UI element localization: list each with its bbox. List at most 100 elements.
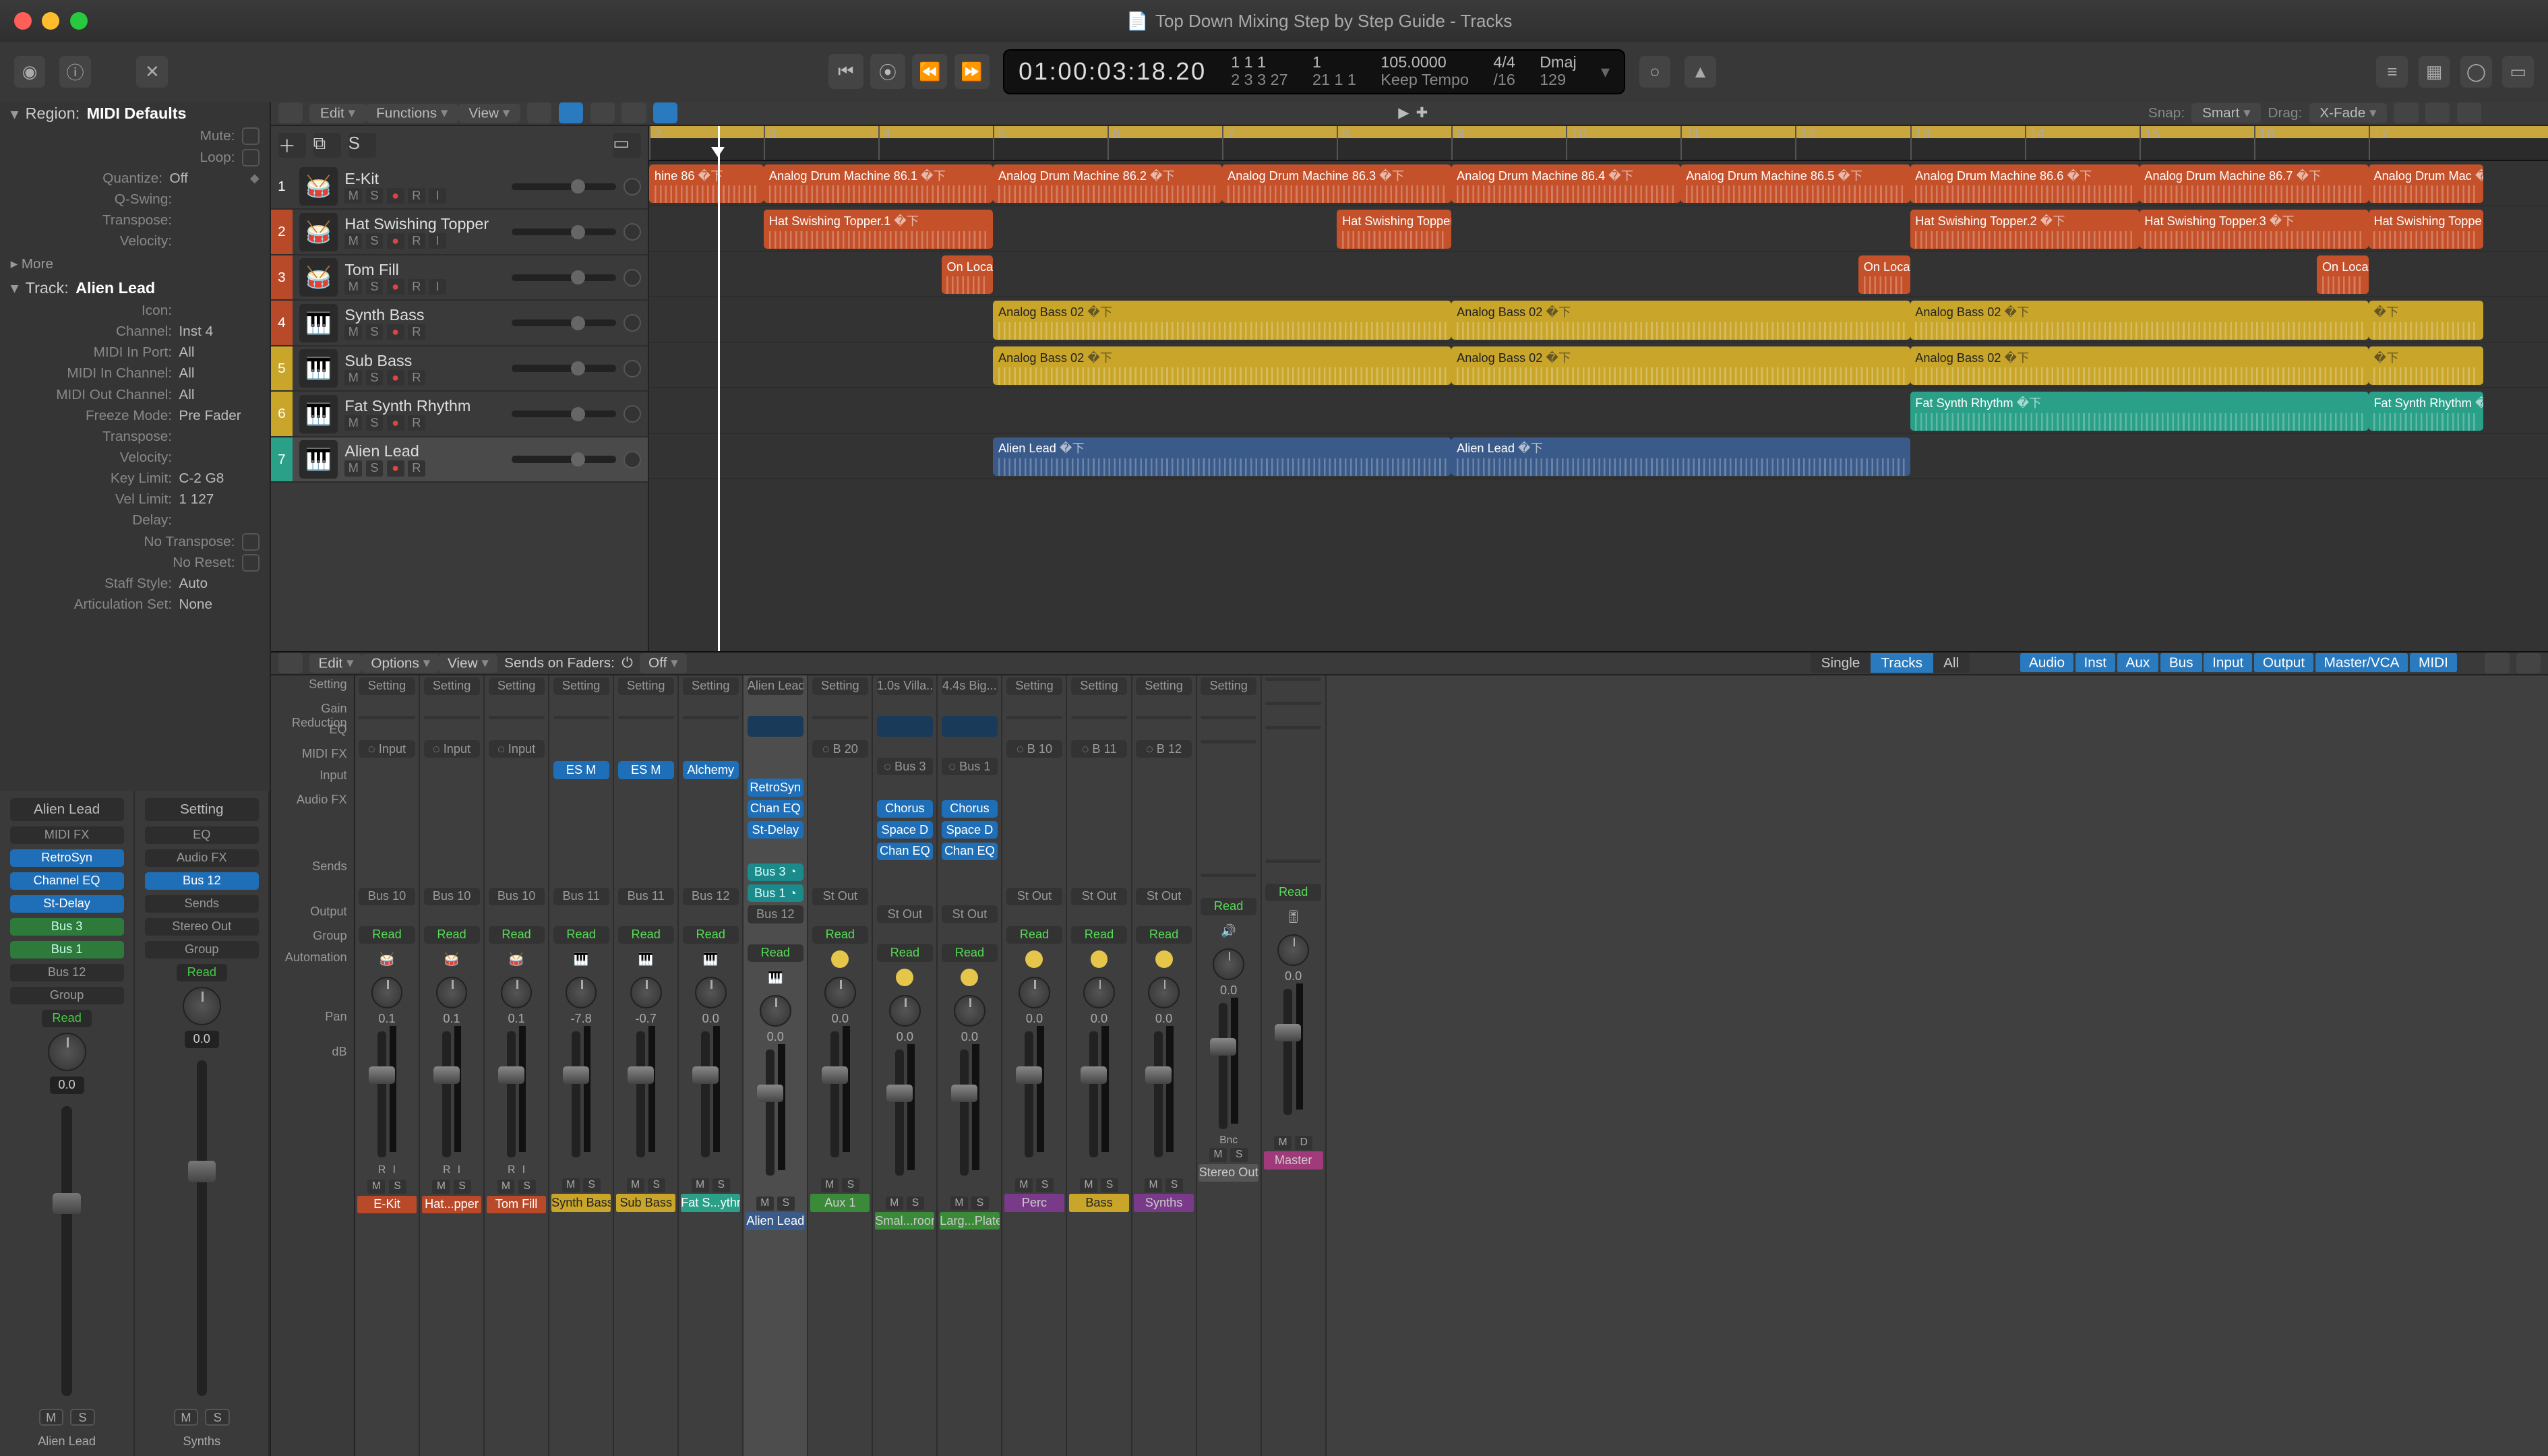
filter-inst[interactable]: Inst: [2075, 653, 2115, 672]
solo-button[interactable]: S: [205, 1409, 229, 1426]
record-enable[interactable]: R: [378, 1164, 386, 1176]
flex-icon[interactable]: [621, 102, 646, 123]
mute-button[interactable]: M: [1209, 1148, 1227, 1162]
mute-button[interactable]: M: [432, 1180, 450, 1194]
bar-marker[interactable]: 3: [764, 126, 777, 160]
eq-thumbnail[interactable]: [1265, 702, 1321, 705]
setting-button[interactable]: Setting: [359, 677, 415, 695]
audio-fx-slot[interactable]: Chorus: [877, 800, 933, 818]
track-name[interactable]: E-Kit: [344, 170, 504, 188]
automation-mode[interactable]: Read: [1201, 898, 1256, 915]
mute-button[interactable]: M: [821, 1178, 839, 1192]
input-slot[interactable]: ◌ Bus 3: [877, 758, 933, 775]
eq-thumbnail[interactable]: [1071, 716, 1127, 719]
track-header[interactable]: 7 🎹 Alien Lead MS●R: [271, 437, 648, 483]
snap-menu[interactable]: Smart: [2191, 103, 2261, 123]
record-button[interactable]: ●: [387, 279, 404, 295]
waveform-zoom-icon[interactable]: [2425, 102, 2450, 123]
pan-knob[interactable]: [436, 977, 468, 1008]
insert-slot[interactable]: Bus 12: [145, 872, 259, 890]
setting-button[interactable]: Setting: [618, 677, 674, 695]
input-monitor[interactable]: I: [458, 1164, 460, 1176]
inspector-row[interactable]: MIDI In Port:All: [0, 342, 270, 363]
output-slot[interactable]: St Out: [942, 905, 998, 923]
list-editors-icon[interactable]: ≡: [2376, 56, 2408, 88]
bar-marker[interactable]: 14: [2025, 126, 2045, 160]
freeze-button[interactable]: I: [429, 188, 446, 204]
disclosure-triangle-icon[interactable]: [11, 278, 19, 297]
arrange-lane[interactable]: hine 86 �下Analog Drum Machine 86.1 �下Ana…: [649, 161, 2548, 206]
track-name[interactable]: Synth Bass: [344, 306, 504, 324]
output-slot[interactable]: St Out: [1136, 888, 1192, 905]
volume-slider[interactable]: [512, 456, 617, 462]
volume-fader[interactable]: [1089, 1031, 1098, 1157]
output-slot[interactable]: Bus 12: [748, 905, 803, 923]
mute-button[interactable]: M: [756, 1196, 774, 1211]
channel-name[interactable]: E-Kit: [357, 1196, 417, 1213]
output-slot[interactable]: St Out: [812, 888, 868, 905]
minimize-icon[interactable]: [42, 12, 59, 30]
menu-options[interactable]: Options: [362, 654, 439, 673]
pan-knob[interactable]: [183, 987, 221, 1025]
bar-marker[interactable]: 11: [1680, 126, 1700, 160]
region[interactable]: hine 86 �下: [649, 164, 764, 203]
instrument-slot[interactable]: ES M: [618, 761, 674, 779]
output-slot[interactable]: St Out: [877, 905, 933, 923]
mute-button[interactable]: M: [344, 279, 362, 295]
setting-button[interactable]: Setting: [683, 677, 739, 695]
channel-name[interactable]: Synth Bass: [551, 1194, 611, 1211]
add-track-icon[interactable]: ＋: [278, 133, 307, 157]
setting-button[interactable]: 1.0s Villa...: [877, 677, 933, 695]
track-header[interactable]: 6 🎹 Fat Synth Rhythm MS●R: [271, 392, 648, 437]
arrange-lane[interactable]: Alien Lead �下Alien Lead �下: [649, 434, 2548, 479]
automation-mode[interactable]: Read: [489, 926, 545, 944]
insert-slot[interactable]: Bus 3: [10, 918, 124, 936]
inspector-row[interactable]: MIDI Out Channel:All: [0, 384, 270, 405]
bar-marker[interactable]: 8: [1337, 126, 1349, 160]
track-icon[interactable]: 🥁: [299, 213, 338, 251]
pan-knob[interactable]: [624, 451, 641, 468]
menu-view[interactable]: View: [439, 654, 497, 673]
send-slot[interactable]: Bus 3 ◔: [748, 863, 803, 881]
insert-slot[interactable]: St-Delay: [10, 895, 124, 913]
solo-button[interactable]: S: [712, 1178, 730, 1192]
eq-thumbnail[interactable]: [683, 716, 739, 719]
secondary-tool-icon[interactable]: ✚: [1416, 104, 1428, 121]
inspector-row[interactable]: Mute:: [0, 126, 270, 147]
mute-button[interactable]: M: [627, 1178, 644, 1192]
mixer-layout-1-icon[interactable]: [2485, 653, 2509, 673]
arrange-lane[interactable]: Fat Synth Rhythm �下Fat Synth Rhythm �下: [649, 388, 2548, 433]
volume-fader[interactable]: [766, 1050, 775, 1176]
output-slot[interactable]: Bus 12: [683, 888, 739, 905]
pan-knob[interactable]: [954, 995, 985, 1027]
mute-button[interactable]: M: [344, 324, 362, 340]
setting-button[interactable]: Setting: [1006, 677, 1062, 695]
volume-slider[interactable]: [512, 274, 617, 281]
input-slot[interactable]: ◌ B 11: [1071, 740, 1127, 758]
solo-button[interactable]: S: [777, 1196, 795, 1211]
playhead[interactable]: [718, 126, 720, 651]
input-monitor-button[interactable]: R: [408, 233, 425, 249]
record-button[interactable]: ●: [387, 188, 404, 204]
pan-knob[interactable]: [624, 314, 641, 332]
bar-marker[interactable]: 9: [1451, 126, 1464, 160]
audio-fx-slot[interactable]: Chan EQ: [748, 800, 803, 818]
filter-input[interactable]: Input: [2204, 653, 2252, 672]
bar-marker[interactable]: 6: [1108, 126, 1120, 160]
mixer-category-filters[interactable]: AudioInstAuxBusInputOutputMaster/VCAMIDI: [2018, 655, 2456, 671]
input-monitor[interactable]: I: [393, 1164, 396, 1176]
audio-fx-slot[interactable]: Chan EQ: [877, 843, 933, 860]
eq-thumbnail[interactable]: [618, 716, 674, 719]
filter-output[interactable]: Output: [2254, 653, 2313, 672]
pan-knob[interactable]: [624, 223, 641, 241]
pan-knob[interactable]: [624, 405, 641, 423]
track-icon[interactable]: 🥁: [299, 258, 338, 297]
send-slot[interactable]: Bus 1 ◔: [748, 884, 803, 902]
region[interactable]: Hat Swishing Topper.3 �下: [2140, 210, 2369, 248]
eq-thumbnail[interactable]: [359, 716, 415, 719]
mute-button[interactable]: M: [344, 233, 362, 249]
output-slot[interactable]: Bus 10: [489, 888, 545, 905]
region[interactable]: Analog Drum Machine 86.1 �下: [764, 164, 993, 203]
region[interactable]: Analog Bass 02 �下: [993, 346, 1451, 385]
solo-button[interactable]: S: [366, 324, 384, 340]
